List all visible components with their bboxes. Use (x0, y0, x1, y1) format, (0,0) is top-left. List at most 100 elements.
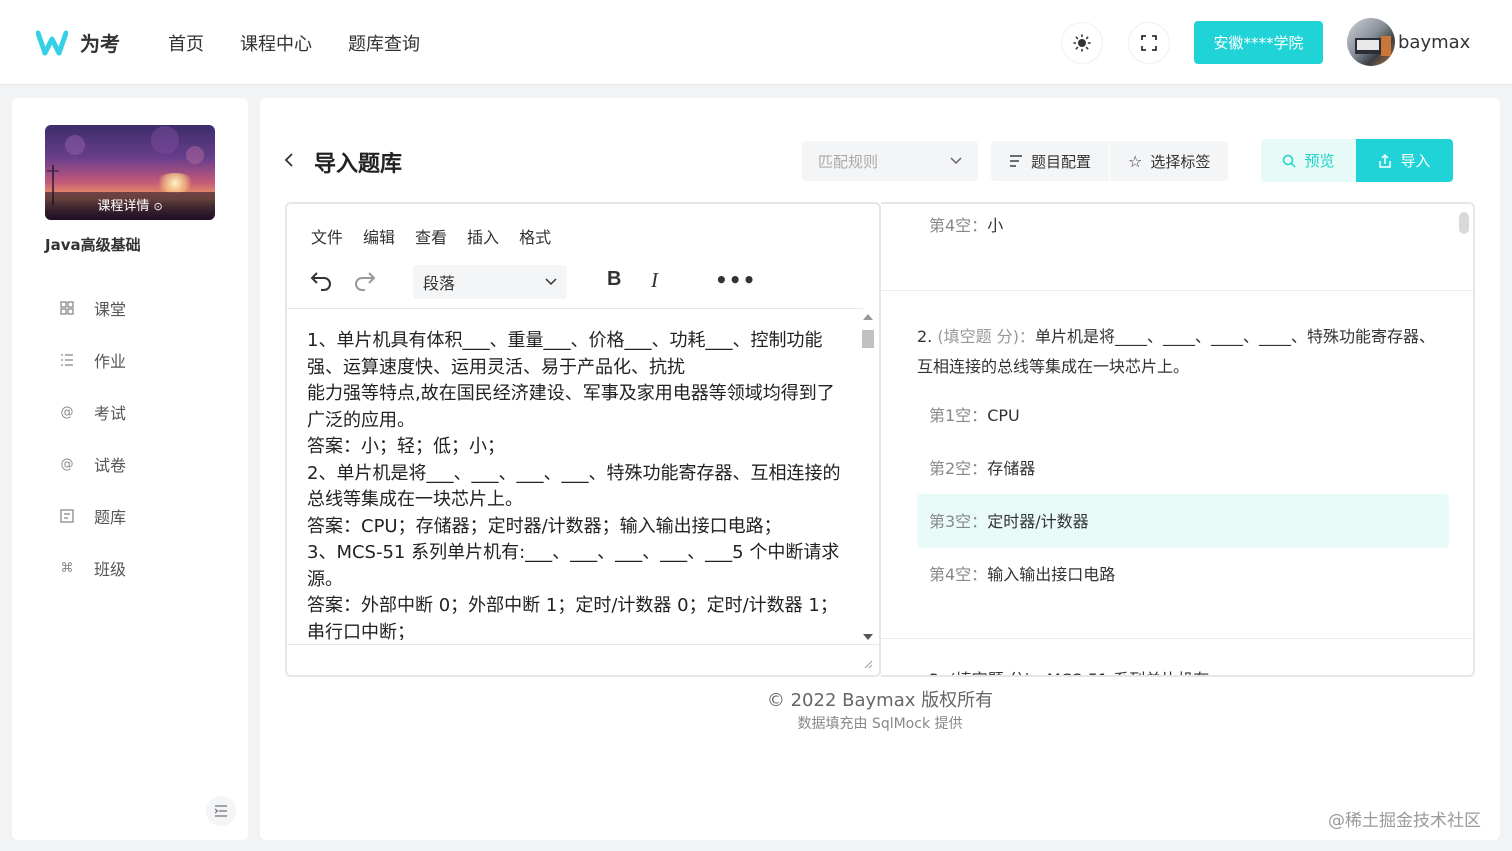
bold-button[interactable]: B (607, 268, 621, 291)
blank-label: 第1空： (929, 406, 988, 425)
scroll-down-arrow-icon[interactable] (863, 634, 873, 640)
fullscreen-icon (1141, 35, 1157, 51)
sidebar-item-homework[interactable]: 作业 (58, 334, 126, 386)
select-tags-label: 选择标签 (1150, 152, 1211, 171)
filter-lines-icon (1010, 155, 1022, 167)
course-detail-link[interactable]: 课程详情 ⊙ (45, 195, 215, 214)
preview-button[interactable]: 预览 (1261, 139, 1356, 182)
search-icon (1283, 154, 1297, 168)
redo-icon (355, 272, 376, 291)
blank-label: 第4空： (929, 216, 988, 235)
question-text: 2. (填空题 分)：单片机是将____、____、____、____、特殊功能… (917, 322, 1437, 382)
more-button[interactable]: ••• (715, 268, 756, 292)
page-title: 导入题库 (314, 152, 403, 177)
blank-value: 存储器 (987, 459, 1036, 478)
top-navbar: 为考 首页 课程中心 题库查询 安徽****学院 baymax (0, 0, 1512, 85)
sun-icon (1073, 34, 1091, 52)
menu-edit[interactable]: 编辑 (363, 224, 395, 248)
preview-label: 预览 (1304, 152, 1335, 170)
scrollbar-thumb[interactable] (862, 330, 874, 348)
menu-file[interactable]: 文件 (311, 224, 343, 248)
sidebar-item-label: 试卷 (94, 456, 127, 475)
sidebar-item-paper[interactable]: @ 试卷 (58, 438, 127, 490)
select-tags-button[interactable]: ☆ 选择标签 (1109, 141, 1228, 181)
sidebar-collapse-button[interactable] (206, 796, 236, 826)
paragraph-label: 段落 (423, 274, 456, 293)
editor-statusbar (287, 644, 879, 675)
preview-scrollbar-thumb[interactable] (1459, 212, 1469, 234)
username[interactable]: baymax (1398, 32, 1470, 53)
footer-data-source: 数据填充由 SqlMock 提供 (797, 716, 963, 732)
fullscreen-button[interactable] (1128, 22, 1170, 64)
sidebar-item-exam[interactable]: @ 考试 (58, 386, 127, 438)
chevron-circle-icon: ⊙ (153, 200, 163, 213)
main-nav: 首页 课程中心 题库查询 (168, 30, 420, 56)
blank-label: 第2空： (929, 459, 988, 478)
sidebar-item-question-bank[interactable]: 题库 (58, 490, 126, 542)
rich-text-editor: 文件 编辑 查看 插入 格式 段落 B I ••• 1、单片机具有体积___、重… (285, 202, 881, 677)
editor-content[interactable]: 1、单片机具有体积___、重量___、价格___、功耗___、控制功能强、运算速… (307, 328, 847, 640)
next-question-cut: 3. (填空题 分)：MCS-51 系列单片机有 (929, 666, 1209, 675)
at-icon: @ (60, 404, 74, 420)
sidebar-item-class[interactable]: ⌘ 班级 (58, 542, 127, 594)
sidebar-item-classroom[interactable]: 课堂 (58, 282, 126, 334)
blank-label: 第4空： (929, 565, 988, 584)
footer-copyright: © 2022 Baymax 版权所有 (766, 690, 994, 711)
upload-icon (1379, 153, 1392, 168)
scroll-up-arrow-icon[interactable] (863, 314, 873, 320)
nav-item-home[interactable]: 首页 (168, 30, 204, 56)
sidebar-item-label: 作业 (94, 352, 127, 371)
command-icon: ⌘ (60, 560, 74, 576)
bank-icon (58, 507, 76, 525)
course-detail-label: 课程详情 (97, 199, 150, 214)
avatar[interactable] (1347, 18, 1395, 66)
question-config-label: 题目配置 (1031, 152, 1092, 171)
menu-format[interactable]: 格式 (519, 224, 551, 248)
resize-handle-icon[interactable] (863, 659, 873, 669)
menu-view[interactable]: 查看 (415, 224, 447, 248)
italic-button[interactable]: I (651, 268, 658, 293)
chevron-down-icon (950, 157, 962, 165)
sidebar-item-label: 课堂 (94, 300, 127, 319)
menu-fold-icon (214, 805, 227, 817)
menu-insert[interactable]: 插入 (467, 224, 499, 248)
content-line: 能力强等特点,故在国民经济建设、军事及家用电器等领域均得到了广泛的应用。 (307, 383, 835, 431)
school-button[interactable]: 安徽****学院 (1194, 21, 1323, 64)
import-button[interactable]: 导入 (1356, 139, 1453, 182)
question-number: 2. (917, 327, 933, 346)
nav-item-question-search[interactable]: 题库查询 (348, 30, 420, 56)
undo-button[interactable] (309, 270, 335, 294)
editor-toolbar: 段落 B I ••• (287, 262, 879, 312)
paragraph-select[interactable]: 段落 (413, 265, 567, 299)
content-line: 3、MCS-51 系列单片机有:___、___、___、___、___5 个中断… (307, 542, 840, 590)
theme-toggle-button[interactable] (1061, 22, 1103, 64)
sidebar: 课程详情 ⊙ Java高级基础 课堂 作业 @ 考试 @ 试卷 题库 ⌘ 班级 (12, 98, 248, 840)
match-rule-select[interactable]: 匹配规则 (802, 141, 978, 181)
undo-icon (310, 272, 331, 291)
toolbar-divider (287, 308, 863, 309)
brand-logo[interactable]: 为考 (35, 28, 120, 57)
back-button[interactable] (284, 150, 300, 170)
star-icon: ☆ (1128, 151, 1143, 171)
content-line: 答案：小；轻；低；小； (307, 436, 505, 457)
course-cover-image[interactable]: 课程详情 ⊙ (45, 125, 215, 220)
blank-value: CPU (987, 406, 1020, 425)
sidebar-item-label: 考试 (94, 404, 127, 423)
question-divider (881, 638, 1473, 639)
blank-answer-row: 第4空：输入输出接口电路 (929, 561, 1115, 585)
chevron-down-icon (545, 278, 557, 286)
nav-item-courses[interactable]: 课程中心 (240, 30, 312, 56)
sidebar-item-label: 题库 (94, 508, 127, 527)
blank-answer-row: 第2空：存储器 (929, 455, 1035, 479)
at-icon: @ (60, 456, 74, 472)
editor-menubar: 文件 编辑 查看 插入 格式 (311, 224, 551, 248)
blank-value: 输入输出接口电路 (987, 565, 1116, 584)
blank-label: 第3空： (929, 512, 988, 531)
question-config-button[interactable]: 题目配置 (991, 141, 1109, 181)
sidebar-menu: 课堂 作业 @ 考试 @ 试卷 题库 ⌘ 班级 (58, 282, 126, 594)
blank-value: 定时器/计数器 (987, 512, 1089, 531)
list-icon (58, 351, 76, 369)
redo-button[interactable] (353, 270, 379, 294)
editor-scrollbar[interactable] (859, 312, 877, 642)
blank-answer-row: 第3空：定时器/计数器 (929, 508, 1089, 532)
